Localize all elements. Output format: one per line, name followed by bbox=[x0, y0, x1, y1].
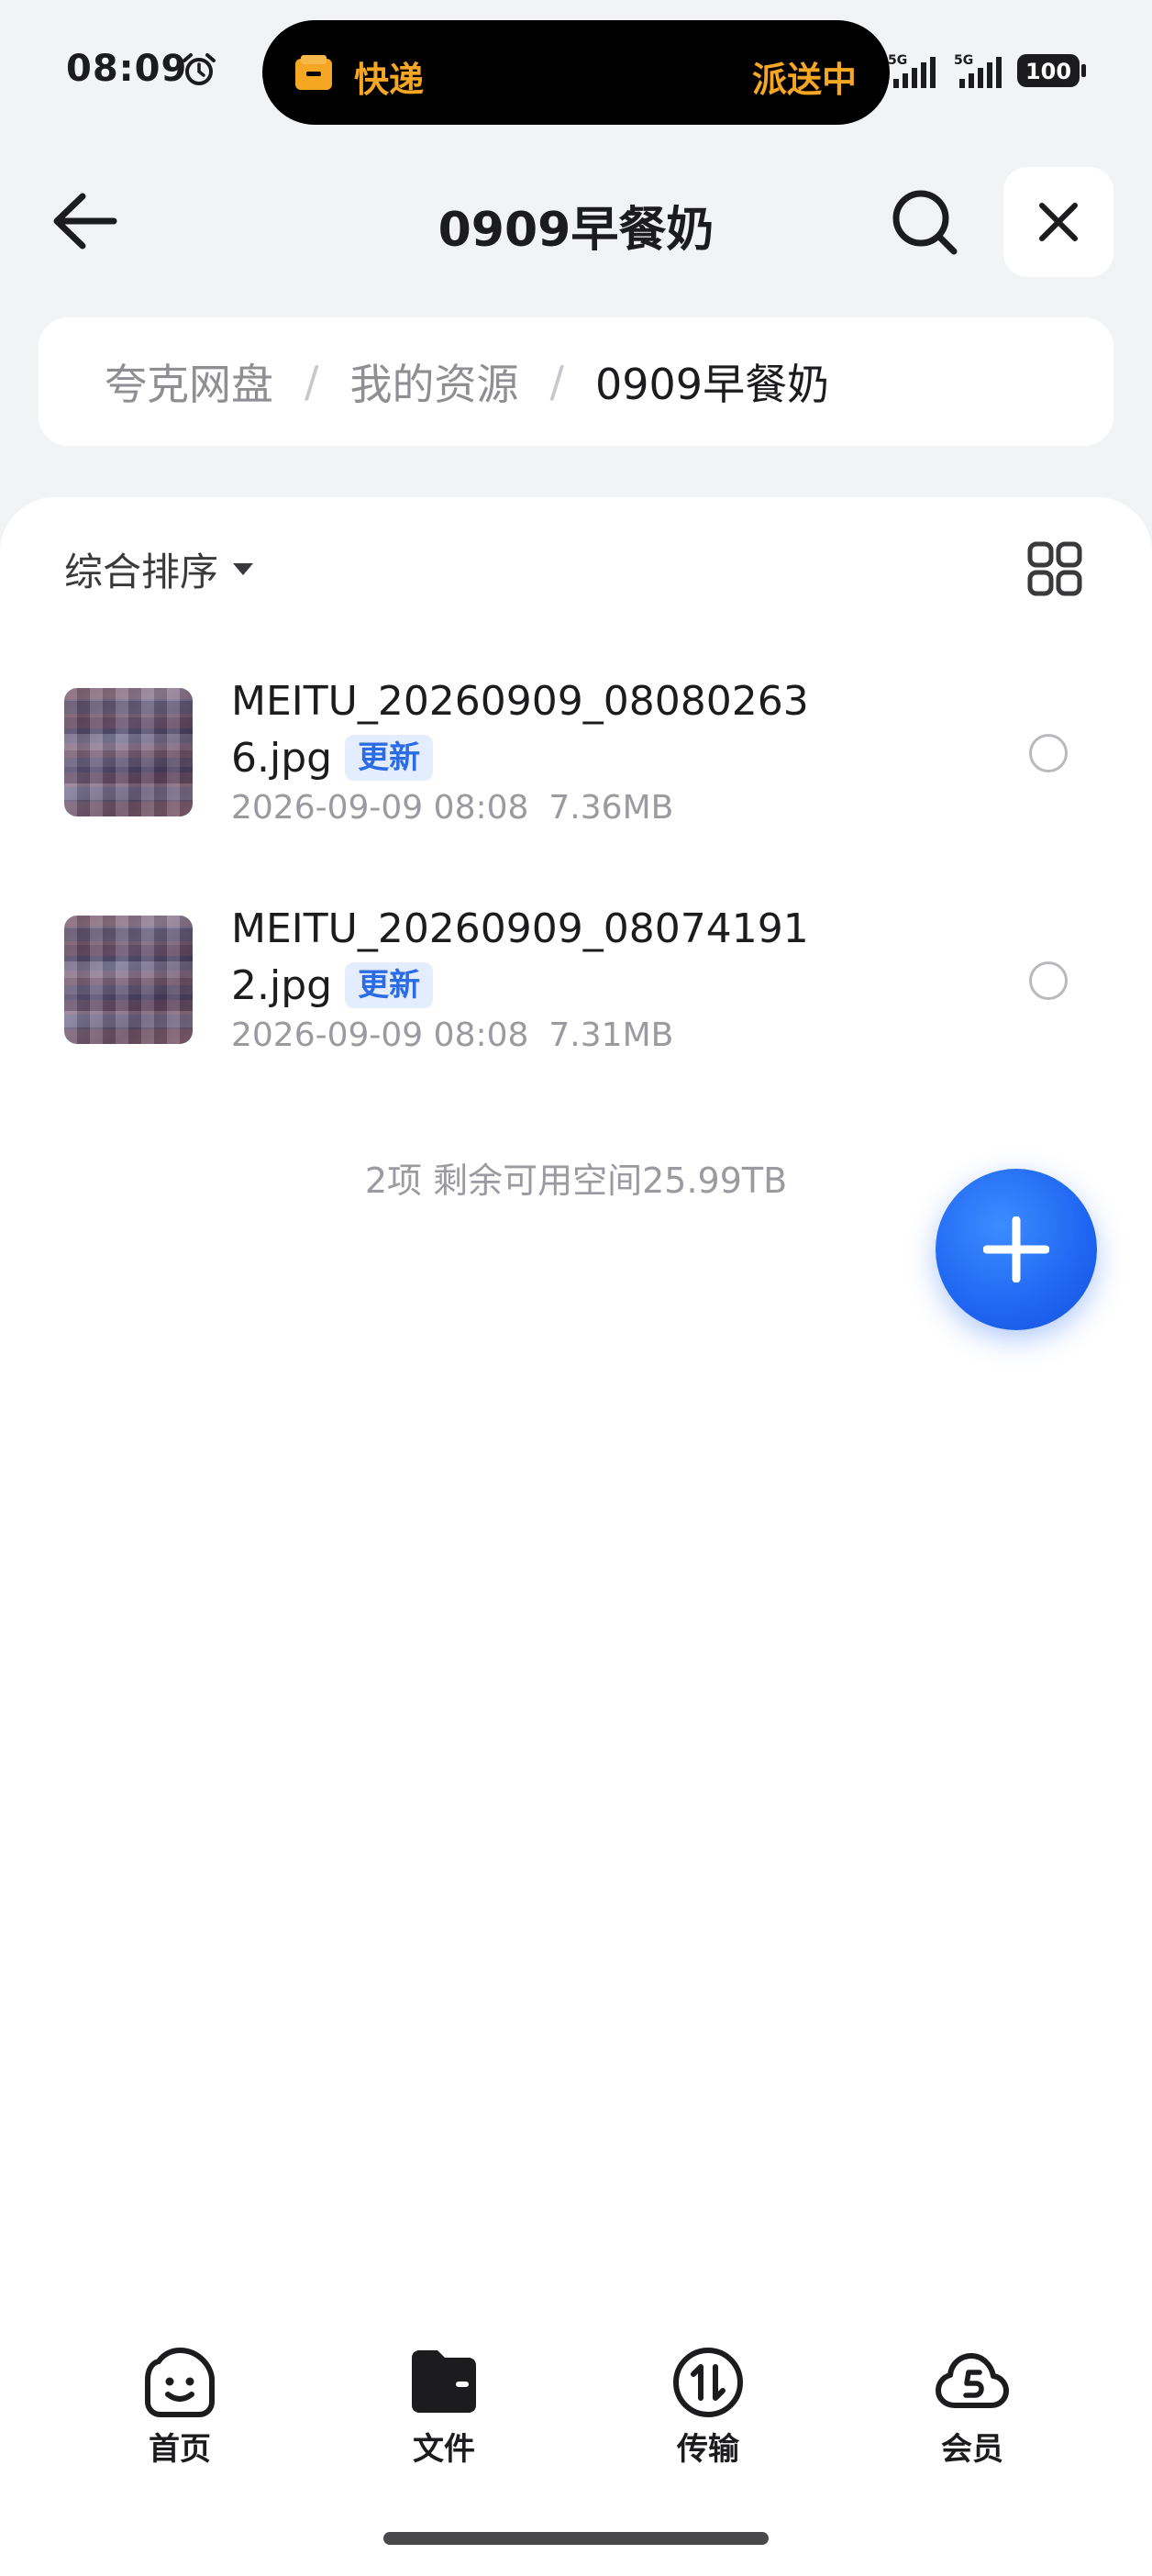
home-indicator[interactable] bbox=[383, 2532, 769, 2545]
add-button[interactable] bbox=[936, 1169, 1097, 1330]
nav-item-files[interactable]: 文件 bbox=[361, 2330, 526, 2468]
breadcrumb: 夸克网盘 / 我的资源 / 0909早餐奶 bbox=[39, 317, 1113, 446]
page-title: 0909早餐奶 bbox=[438, 203, 714, 258]
file-name-block: MEITU_20260909_080741912.jpg 更新 bbox=[231, 901, 836, 1015]
select-radio[interactable] bbox=[1029, 734, 1068, 772]
file-meta: 2026-09-09 08:08 7.31MB bbox=[231, 1016, 673, 1054]
island-left-label: 快递 bbox=[354, 60, 425, 100]
nav-label: 会员 bbox=[941, 2431, 1003, 2468]
nav-item-member[interactable]: 会员 bbox=[890, 2330, 1055, 2468]
transfer-icon bbox=[673, 2348, 743, 2417]
status-bar: 08:09 快递 派送中 5G 5G 100 bbox=[0, 0, 1152, 147]
island-right-label: 派送中 bbox=[751, 60, 857, 100]
breadcrumb-item-root[interactable]: 夸克网盘 bbox=[105, 351, 273, 412]
file-name: MEITU_20260909_080741912.jpg bbox=[231, 905, 809, 1009]
file-row[interactable]: MEITU_20260909_080741912.jpg 更新 2026-09-0… bbox=[0, 905, 1152, 1117]
select-radio[interactable] bbox=[1029, 961, 1068, 1000]
file-name-block: MEITU_20260909_080802636.jpg 更新 bbox=[231, 673, 836, 787]
grid-view-icon[interactable] bbox=[1027, 541, 1082, 596]
file-size: 7.31MB bbox=[548, 1016, 674, 1054]
file-name: MEITU_20260909_080802636.jpg bbox=[231, 678, 809, 782]
breadcrumb-item-current: 0909早餐奶 bbox=[595, 360, 830, 409]
battery-level: 100 bbox=[1025, 59, 1071, 84]
nav-label: 文件 bbox=[413, 2431, 475, 2468]
folder-icon bbox=[412, 2350, 476, 2413]
dynamic-island[interactable]: 快递 派送中 bbox=[262, 20, 890, 125]
status-time: 08:09 bbox=[66, 48, 188, 90]
plus-icon bbox=[983, 1216, 1049, 1282]
nav-item-transfer[interactable]: 传输 bbox=[626, 2330, 791, 2468]
update-badge: 更新 bbox=[345, 962, 434, 1008]
update-badge: 更新 bbox=[345, 735, 434, 781]
breadcrumb-separator: / bbox=[549, 357, 565, 406]
battery-icon: 100 bbox=[1017, 54, 1086, 87]
signal-icon: 5G bbox=[888, 53, 936, 88]
file-thumbnail bbox=[64, 688, 193, 816]
close-icon bbox=[1039, 203, 1078, 241]
nav-label: 传输 bbox=[677, 2431, 739, 2468]
sort-dropdown[interactable]: 综合排序 bbox=[64, 541, 254, 597]
package-icon bbox=[295, 55, 332, 90]
breadcrumb-separator: / bbox=[305, 357, 319, 406]
caret-down-icon bbox=[233, 563, 254, 575]
member-cloud-icon bbox=[936, 2353, 1009, 2408]
file-thumbnail bbox=[64, 916, 193, 1044]
signal-label: 5G bbox=[888, 53, 907, 68]
nav-label: 首页 bbox=[149, 2431, 211, 2468]
nav-item-home[interactable]: 首页 bbox=[97, 2330, 262, 2468]
file-date: 2026-09-09 08:08 bbox=[231, 1016, 529, 1054]
file-size: 7.36MB bbox=[548, 789, 674, 827]
signal-icon: 5G bbox=[954, 53, 1002, 88]
search-icon[interactable] bbox=[890, 187, 959, 257]
home-face-icon bbox=[145, 2347, 215, 2417]
sort-label: 综合排序 bbox=[64, 550, 219, 594]
file-date: 2026-09-09 08:08 bbox=[231, 789, 529, 827]
file-row[interactable]: MEITU_20260909_080802636.jpg 更新 2026-09-0… bbox=[0, 678, 1152, 890]
close-button[interactable] bbox=[1003, 167, 1113, 277]
alarm-clock-icon bbox=[183, 53, 216, 85]
breadcrumb-item-resources[interactable]: 我的资源 bbox=[350, 351, 519, 412]
file-meta: 2026-09-09 08:08 7.36MB bbox=[231, 789, 673, 827]
signal-label: 5G bbox=[954, 53, 973, 68]
bottom-nav: 首页 文件 传输 会员 bbox=[0, 2330, 1152, 2468]
